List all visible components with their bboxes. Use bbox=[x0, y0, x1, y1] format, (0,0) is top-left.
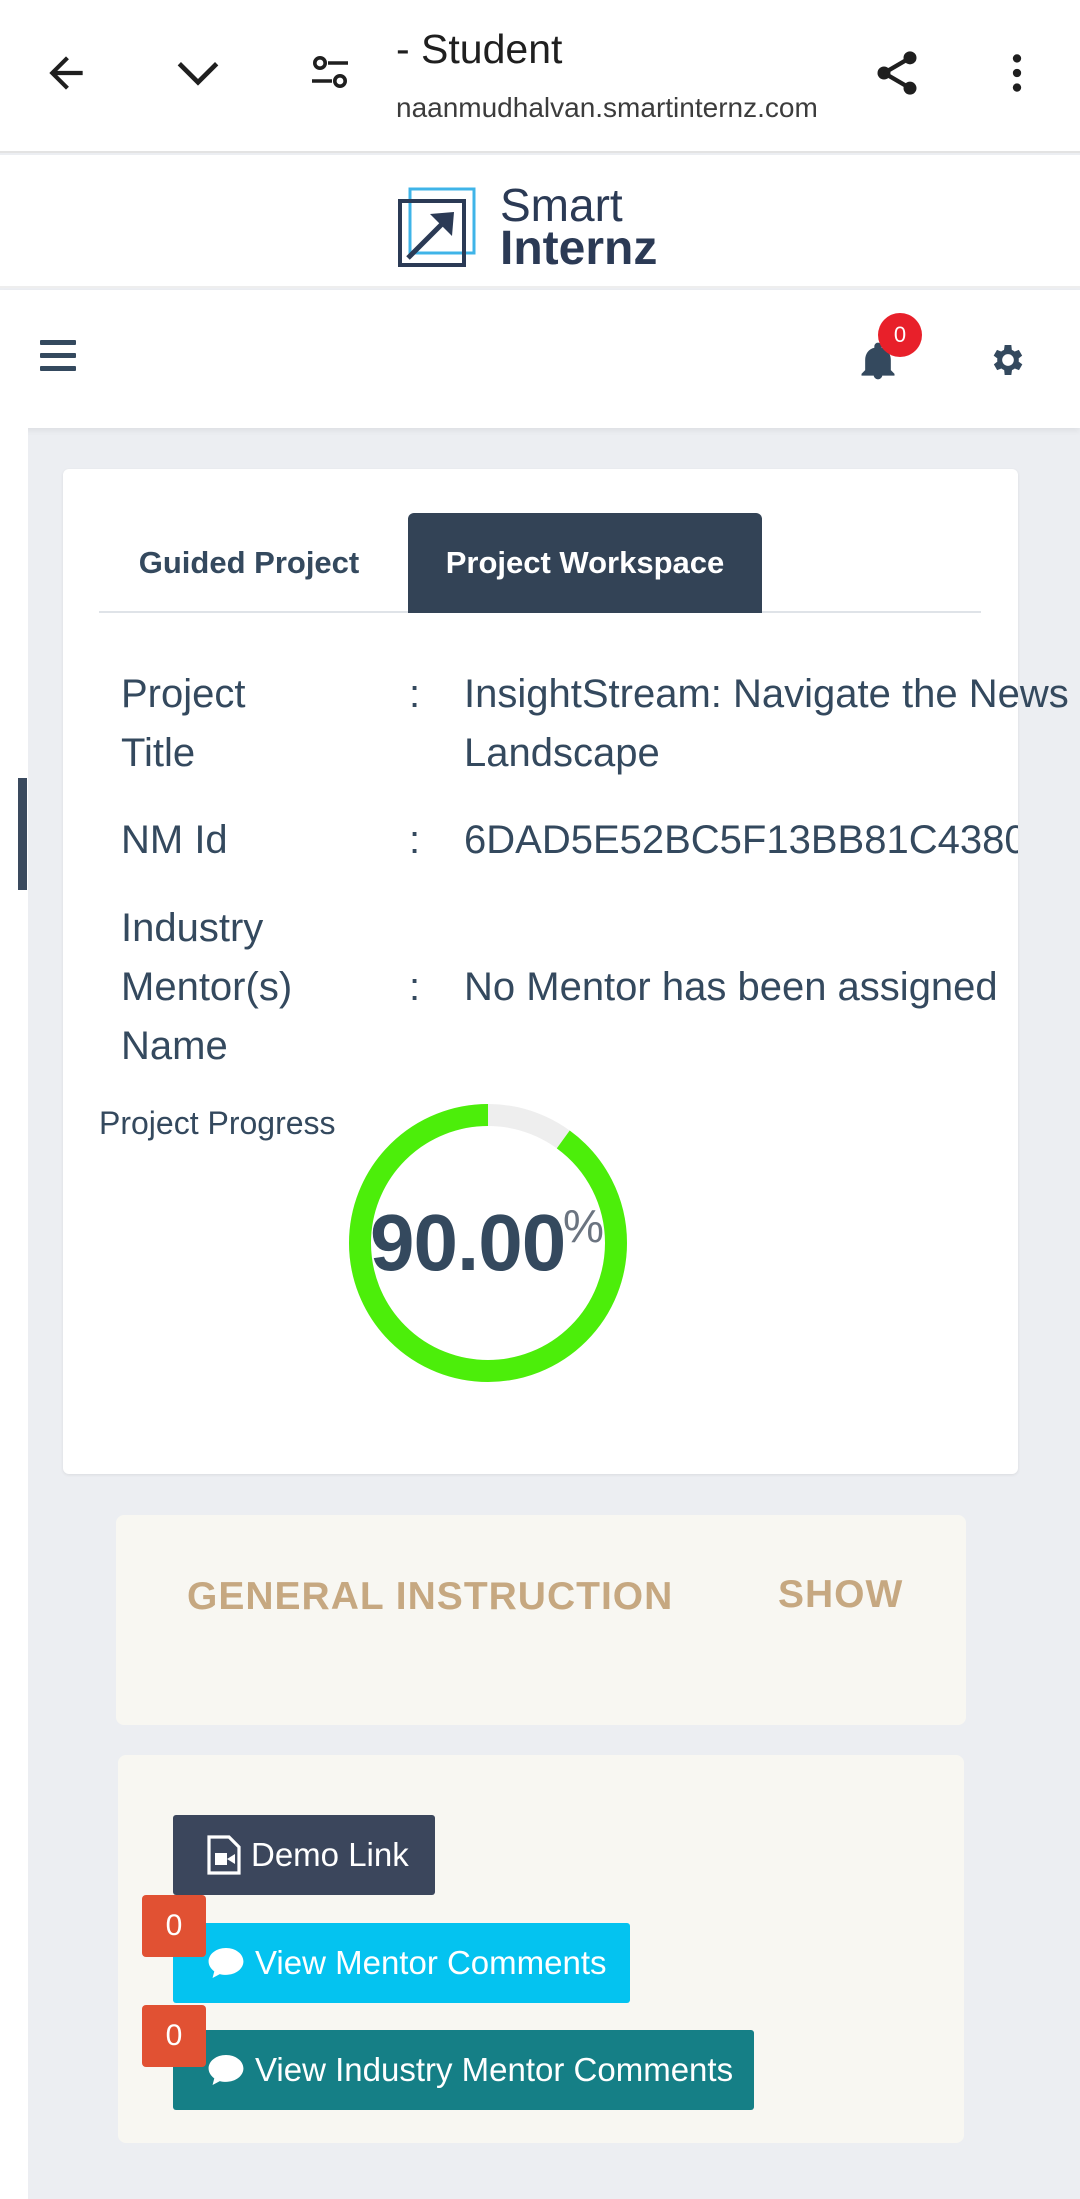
more-vert-icon[interactable] bbox=[982, 38, 1052, 108]
view-industry-mentor-comments-label: View Industry Mentor Comments bbox=[255, 2051, 734, 2088]
nm-id-value: 6DAD5E52BC5F13BB81C43802E43A bbox=[464, 818, 1018, 862]
general-instruction-title: GENERAL INSTRUCTION bbox=[187, 1575, 674, 1618]
progress-value: 90.00 bbox=[370, 1198, 566, 1287]
separator: : bbox=[409, 672, 421, 716]
project-card: Guided Project Project Workspace Project… bbox=[63, 469, 1069, 1474]
logo-mark-icon bbox=[398, 187, 476, 267]
project-title-value-line1: InsightStream: Navigate the News bbox=[464, 672, 1069, 716]
app-navbar: 0 bbox=[0, 290, 1080, 428]
mentor-comments-count-badge: 0 bbox=[142, 1895, 206, 1957]
view-mentor-comments-label: View Mentor Comments bbox=[255, 1944, 607, 1981]
view-mentor-comments-button[interactable]: View Mentor Comments bbox=[173, 1923, 630, 2003]
comment-icon bbox=[208, 2054, 244, 2086]
browser-toolbar: - Student naanmudhalvan.smartinternz.com bbox=[0, 0, 1080, 153]
tab-guided-project[interactable]: Guided Project bbox=[99, 513, 399, 613]
project-title-value-line2: Landscape bbox=[464, 731, 660, 775]
site-settings-icon[interactable] bbox=[295, 38, 365, 108]
mentor-value: No Mentor has been assigned bbox=[464, 965, 998, 1009]
action-buttons-panel: Demo Link View Mentor Comments 0 View In… bbox=[118, 1755, 964, 2143]
project-title-label-line2: Title bbox=[121, 731, 196, 775]
view-industry-mentor-comments-button[interactable]: View Industry Mentor Comments bbox=[173, 2030, 754, 2110]
gear-icon[interactable] bbox=[988, 340, 1028, 380]
industry-comments-count-badge: 0 bbox=[142, 2005, 206, 2067]
project-tabs: Guided Project Project Workspace bbox=[99, 513, 981, 613]
nm-id-row: NM Id : 6DAD5E52BC5F13BB81C43802E43A bbox=[121, 811, 1018, 871]
mentor-label-line2: Mentor(s) bbox=[121, 965, 293, 1009]
general-instruction-panel: GENERAL INSTRUCTION SHOW bbox=[116, 1515, 966, 1725]
page-url[interactable]: naanmudhalvan.smartinternz.com bbox=[396, 92, 818, 124]
back-arrow-icon[interactable] bbox=[31, 38, 101, 108]
tab-project-workspace[interactable]: Project Workspace bbox=[408, 513, 762, 613]
sidebar-edge bbox=[0, 428, 28, 2199]
nm-id-label: NM Id bbox=[121, 818, 228, 862]
page-title[interactable]: - Student bbox=[396, 26, 562, 73]
smartinternz-logo[interactable]: Smart Internz bbox=[396, 179, 658, 275]
project-title-label-line1: Project bbox=[121, 672, 246, 716]
comment-icon bbox=[208, 1947, 244, 1979]
menu-icon[interactable] bbox=[40, 340, 76, 374]
separator: : bbox=[409, 965, 421, 1009]
notification-count-badge: 0 bbox=[878, 313, 922, 357]
logo-header: Smart Internz bbox=[0, 155, 1080, 288]
progress-label: Project Progress bbox=[99, 1105, 336, 1141]
logo-text-internz: Internz bbox=[500, 222, 658, 275]
sidebar-toggle-handle[interactable] bbox=[18, 778, 27, 890]
video-file-icon bbox=[207, 1835, 241, 1875]
logo-text-smart: Smart bbox=[500, 179, 623, 231]
share-icon[interactable] bbox=[862, 38, 932, 108]
demo-link-button[interactable]: Demo Link bbox=[173, 1815, 435, 1895]
demo-link-label: Demo Link bbox=[251, 1836, 409, 1873]
chevron-down-icon[interactable] bbox=[163, 38, 233, 108]
mentor-label-line3: Name bbox=[121, 1024, 228, 1068]
separator: : bbox=[409, 818, 421, 862]
mentor-label-line1: Industry bbox=[121, 906, 264, 950]
show-instructions-toggle[interactable]: SHOW bbox=[778, 1573, 903, 1617]
progress-unit: % bbox=[563, 1200, 604, 1252]
